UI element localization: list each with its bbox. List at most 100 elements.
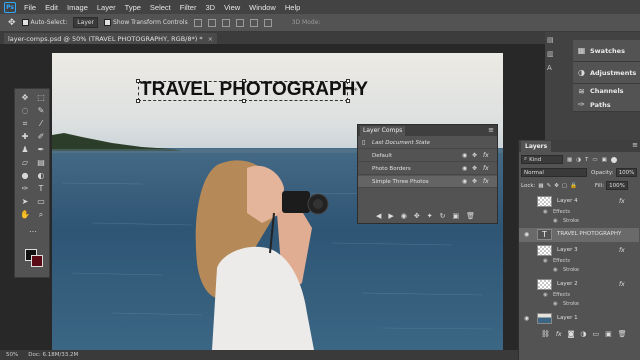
rectangle-icon[interactable]: ▭ bbox=[36, 197, 46, 207]
blend-mode-dropdown[interactable]: Normal bbox=[521, 168, 587, 177]
layer-comps-tab[interactable]: Layer Comps bbox=[360, 126, 406, 136]
healing-brush-icon[interactable]: ✚ bbox=[20, 132, 30, 142]
layer-comp-row-selected[interactable]: Simple Three Photos ◉ ✥ fx bbox=[358, 176, 497, 188]
channels-panel-tab[interactable]: ≋ Channels bbox=[573, 84, 640, 98]
delete-layer-icon[interactable]: 🗑 bbox=[618, 330, 627, 338]
eye-icon[interactable]: ◉ bbox=[524, 231, 529, 238]
new-layer-icon[interactable]: ▣ bbox=[605, 330, 612, 338]
align-top-icon[interactable] bbox=[193, 18, 202, 27]
filter-smart-icon[interactable]: ▣ bbox=[602, 157, 607, 163]
panel-menu-icon[interactable]: ≡ bbox=[488, 126, 494, 134]
path-select-icon[interactable]: ➤ bbox=[20, 197, 30, 207]
history-brush-icon[interactable]: ✒ bbox=[36, 145, 46, 155]
align-right-icon[interactable] bbox=[263, 18, 272, 27]
close-tab-icon[interactable]: × bbox=[208, 35, 213, 43]
transform-controls-checkbox[interactable] bbox=[104, 19, 112, 26]
menu-filter[interactable]: Filter bbox=[180, 3, 197, 12]
hand-icon[interactable]: ✋ bbox=[20, 210, 30, 220]
filter-adjust-icon[interactable]: ◑ bbox=[576, 157, 581, 163]
background-color-swatch[interactable] bbox=[31, 255, 43, 267]
layer-row-selected[interactable]: ◉ T TRAVEL PHOTOGRAPHY bbox=[519, 228, 639, 242]
eraser-icon[interactable]: ▱ bbox=[20, 158, 30, 168]
effect-row[interactable]: ◉ Stroke bbox=[519, 301, 639, 310]
lock-paint-icon[interactable]: ✎ bbox=[547, 183, 552, 189]
effects-row[interactable]: ◉ Effects bbox=[519, 209, 639, 218]
fx-icon[interactable]: fx bbox=[483, 152, 489, 159]
effect-row[interactable]: ◉ Stroke bbox=[519, 267, 639, 276]
menu-layer[interactable]: Layer bbox=[97, 3, 116, 12]
lock-move-icon[interactable]: ✥ bbox=[554, 183, 559, 189]
move-icon[interactable]: ✥ bbox=[20, 93, 30, 103]
paths-panel-tab[interactable]: ✑ Paths bbox=[573, 98, 640, 112]
layer-row[interactable]: ◉ Layer 1 bbox=[519, 312, 639, 325]
eye-icon[interactable]: ◉ bbox=[524, 315, 529, 322]
position-icon[interactable]: ✥ bbox=[472, 165, 477, 172]
align-middle-icon[interactable] bbox=[207, 18, 216, 27]
lock-all-icon[interactable]: 🔒 bbox=[570, 183, 577, 189]
fx-icon[interactable]: fx bbox=[483, 165, 489, 172]
gradient-icon[interactable]: ▤ bbox=[36, 158, 46, 168]
menu-type[interactable]: Type bbox=[125, 3, 141, 12]
next-comp-icon[interactable]: ▶ bbox=[388, 212, 393, 220]
link-layers-icon[interactable]: ⛓ bbox=[541, 330, 550, 338]
filter-shape-icon[interactable]: ▭ bbox=[592, 157, 597, 163]
move-tool-icon[interactable]: ✥ bbox=[8, 18, 16, 28]
update-appearance-icon[interactable]: ✦ bbox=[427, 212, 433, 220]
menu-edit[interactable]: Edit bbox=[45, 3, 58, 12]
apply-comp-icon[interactable]: ▯ bbox=[362, 139, 365, 146]
character-panel-icon[interactable]: A bbox=[547, 64, 552, 72]
delete-comp-icon[interactable]: 🗑 bbox=[466, 212, 475, 220]
effects-row[interactable]: ◉ Effects bbox=[519, 292, 639, 301]
transform-controls-option[interactable]: Show Transform Controls bbox=[104, 19, 188, 26]
align-bottom-icon[interactable] bbox=[221, 18, 230, 27]
align-center-icon[interactable] bbox=[249, 18, 258, 27]
layer-comp-row[interactable]: ▯ Last Document State bbox=[358, 137, 497, 149]
layer-comp-row[interactable]: Photo Borders ◉ ✥ fx bbox=[358, 163, 497, 175]
layer-row[interactable]: Layer 4 fx bbox=[519, 195, 639, 208]
previous-comp-icon[interactable]: ◀ bbox=[376, 212, 381, 220]
layer-row[interactable]: Layer 3 fx bbox=[519, 244, 639, 257]
type-icon[interactable]: T bbox=[36, 184, 46, 194]
lasso-icon[interactable]: ◌ bbox=[20, 106, 30, 116]
position-icon[interactable]: ✥ bbox=[472, 152, 477, 159]
fx-icon[interactable]: fx bbox=[619, 247, 625, 254]
zoom-level[interactable]: 50% bbox=[6, 352, 18, 358]
menu-3d[interactable]: 3D bbox=[205, 3, 215, 12]
add-mask-icon[interactable]: ◙ bbox=[568, 330, 575, 338]
menu-view[interactable]: View bbox=[224, 3, 240, 12]
align-left-icon[interactable] bbox=[235, 18, 244, 27]
position-icon[interactable]: ✥ bbox=[472, 178, 477, 185]
layer-comp-row[interactable]: Default ◉ ✥ fx bbox=[358, 150, 497, 162]
visibility-icon[interactable]: ◉ bbox=[462, 165, 467, 172]
menu-file[interactable]: File bbox=[24, 3, 36, 12]
menu-help[interactable]: Help bbox=[285, 3, 300, 12]
new-fill-layer-icon[interactable]: ◑ bbox=[580, 330, 586, 338]
document-tab[interactable]: layer-comps.psd @ 50% (TRAVEL PHOTOGRAPH… bbox=[4, 33, 218, 44]
filter-toggle-icon[interactable] bbox=[610, 156, 617, 163]
zoom-icon[interactable]: ⌕ bbox=[36, 210, 46, 220]
properties-panel-icon[interactable]: ▥ bbox=[547, 50, 554, 58]
menu-select[interactable]: Select bbox=[150, 3, 171, 12]
menu-image[interactable]: Image bbox=[67, 3, 88, 12]
more-tools-icon[interactable]: … bbox=[28, 225, 38, 235]
auto-select-option[interactable]: Auto-Select: bbox=[21, 19, 67, 26]
fill-input[interactable]: 100% bbox=[606, 181, 628, 190]
fx-icon[interactable]: fx bbox=[619, 281, 625, 288]
brush-icon[interactable]: ✐ bbox=[36, 132, 46, 142]
pen-icon[interactable]: ✑ bbox=[20, 184, 30, 194]
lock-pixels-icon[interactable]: ▦ bbox=[538, 183, 543, 189]
lock-artboard-icon[interactable]: ▢ bbox=[562, 183, 567, 189]
visibility-icon[interactable]: ◉ bbox=[462, 152, 467, 159]
adjustments-panel-tab[interactable]: ◑ Adjustments bbox=[573, 62, 640, 84]
history-panel-icon[interactable]: ▤ bbox=[547, 36, 554, 44]
effects-row[interactable]: ◉ Effects bbox=[519, 258, 639, 267]
filter-kind-dropdown[interactable]: ⌕ Kind bbox=[521, 155, 563, 164]
quick-select-icon[interactable]: ✎ bbox=[36, 106, 46, 116]
update-visibility-icon[interactable]: ◉ bbox=[401, 212, 407, 220]
auto-select-checkbox[interactable] bbox=[21, 19, 29, 26]
fx-icon[interactable]: fx bbox=[619, 198, 625, 205]
layer-row[interactable]: Layer 2 fx bbox=[519, 278, 639, 291]
new-group-icon[interactable]: ▭ bbox=[592, 330, 599, 338]
update-position-icon[interactable]: ✥ bbox=[414, 212, 420, 220]
marquee-icon[interactable]: ⬚ bbox=[36, 93, 46, 103]
